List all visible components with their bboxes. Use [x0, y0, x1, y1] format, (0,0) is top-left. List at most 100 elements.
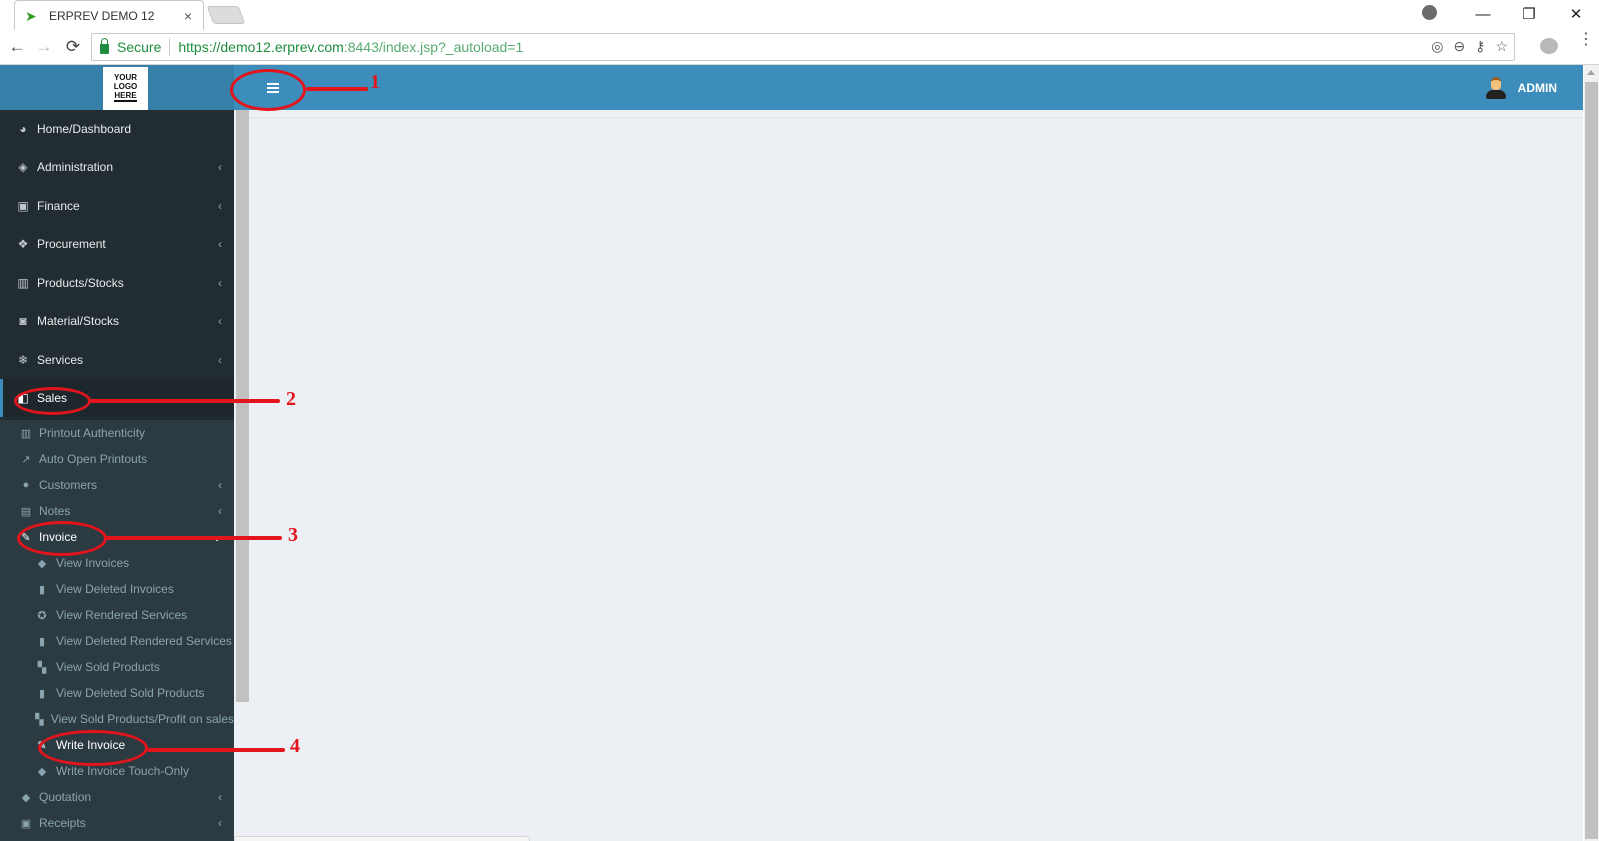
address-bar[interactable]: Secure https://demo12.erprev.com :8443/i… — [91, 33, 1515, 61]
chevron-left-icon: ‹ — [218, 199, 222, 213]
sidebar-subitem-label: Invoice — [39, 530, 78, 544]
horizontal-scrollbar[interactable] — [234, 836, 530, 841]
sidebar-item-home-dashboard[interactable]: ◕ Home/Dashboard — [0, 110, 234, 148]
sidebar-subitem-label: Quotation — [39, 790, 92, 804]
grid-icon: ▚ — [37, 661, 47, 674]
url-path: :8443/index.jsp?_autoload=1 — [343, 39, 524, 55]
ticket-icon: ◈ — [18, 160, 28, 174]
sidebar-invoice-item-view-sold-products[interactable]: ▚ View Sold Products — [0, 654, 234, 680]
sidebar-subitem-label: Printout Authenticity — [39, 426, 146, 440]
browser-menu-icon[interactable]: ⋮ — [1578, 32, 1594, 48]
sidebar-invoice-item-write-invoice-touch-only[interactable]: ◆ Write Invoice Touch-Only — [0, 758, 234, 784]
logo[interactable]: YOUR LOGO HERE — [103, 67, 148, 110]
user-icon: ● — [22, 479, 30, 491]
barcode-icon: ▥ — [20, 427, 32, 440]
sidebar-subitem-label: Customers — [39, 478, 98, 492]
user-avatar-icon — [1485, 76, 1506, 99]
sidebar-item-finance[interactable]: ▣ Finance ‹ — [0, 187, 234, 225]
sidebar-scrollbar[interactable] — [236, 110, 249, 702]
extension-icon[interactable] — [1540, 38, 1558, 54]
sidebar-invoice-item-view-deleted-invoices[interactable]: ▮ View Deleted Invoices — [0, 576, 234, 602]
pencil-icon: ✎ — [21, 531, 31, 544]
tab-close-icon[interactable]: × — [179, 8, 197, 24]
sidebar-item-label: Products/Stocks — [37, 276, 124, 290]
omnibox-separator — [169, 38, 171, 56]
forward-button[interactable]: → — [33, 36, 55, 58]
close-window-button[interactable]: ✕ — [1553, 0, 1599, 28]
chevron-left-icon: ‹ — [218, 790, 222, 804]
file-text-icon: ▤ — [20, 505, 32, 518]
building-icon: ▥ — [17, 276, 29, 290]
sidebar-invoice-item-label: View Sold Products/Profit on sales — [50, 712, 234, 726]
sidebar-item-label: Procurement — [37, 237, 106, 251]
sidebar-subitem-notes[interactable]: ▤ Notes ‹ — [0, 498, 234, 524]
user-menu[interactable]: ADMIN — [1485, 65, 1557, 110]
sidebar-invoice-item-view-deleted-sold-products[interactable]: ▮ View Deleted Sold Products — [0, 680, 234, 706]
sidebar-subitem-label: Auto Open Printouts — [39, 452, 148, 466]
logo-line: HERE — [114, 91, 137, 102]
sidebar-invoice-item-view-deleted-rendered-services[interactable]: ▮ View Deleted Rendered Services — [0, 628, 234, 654]
hamburger-icon — [267, 82, 279, 93]
browser-toolbar: ← → ⟳ Secure https://demo12.erprev.com :… — [0, 30, 1599, 65]
browser-tab-bar: ➤ ERPREV DEMO 12 × — ❐ ✕ — [0, 0, 1599, 30]
sidebar-subitem-label: Receipts — [39, 816, 86, 830]
profile-icon[interactable] — [1422, 5, 1437, 20]
sidebar-item-label: Services — [37, 353, 84, 367]
erprev-favicon-icon: ➤ — [25, 7, 37, 24]
location-icon[interactable]: ◎ — [1431, 38, 1443, 55]
money-icon: ▣ — [17, 199, 29, 213]
sidebar-item-services[interactable]: ❄ Services ‹ — [0, 341, 234, 379]
app: YOUR LOGO HERE ADMIN ◕ Home/Dashboard ◈ … — [0, 65, 1583, 841]
scroll-up-arrow-icon[interactable] — [1587, 70, 1595, 75]
chevron-left-icon: ‹ — [218, 237, 222, 251]
sidebar-subitem-printout-authenticity[interactable]: ▥ Printout Authenticity — [0, 420, 234, 446]
sidebar-invoice-item-view-rendered-services[interactable]: ✪ View Rendered Services — [0, 602, 234, 628]
sidebar-subitem-quotation[interactable]: ◆ Quotation ‹ — [0, 784, 234, 810]
chevron-left-icon: ‹ — [218, 276, 222, 290]
sidebar-subitem-invoice[interactable]: ✎ Invoice ⌄ — [0, 524, 234, 550]
chevron-left-icon: ‹ — [218, 353, 222, 367]
sidebar-subitem-auto-open-printouts[interactable]: ↗ Auto Open Printouts — [0, 446, 234, 472]
sidebar-item-material-stocks[interactable]: ◙ Material/Stocks ‹ — [0, 302, 234, 340]
minimize-button[interactable]: — — [1460, 0, 1506, 28]
page-scrollbar[interactable] — [1584, 65, 1599, 841]
bookmark-star-icon[interactable]: ☆ — [1495, 38, 1508, 55]
sidebar-item-sales[interactable]: ◧ Sales — [0, 379, 234, 417]
sidebar-item-label: Finance — [37, 199, 80, 213]
tag-icon: ◆ — [37, 765, 47, 778]
main-header: YOUR LOGO HERE ADMIN — [0, 65, 1583, 110]
sidebar-item-procurement[interactable]: ❖ Procurement ‹ — [0, 225, 234, 263]
logo-line: LOGO — [113, 82, 138, 91]
reload-button[interactable]: ⟳ — [62, 36, 84, 58]
sidebar-invoice-item-view-invoices[interactable]: ◆ View Invoices — [0, 550, 234, 576]
zoom-icon[interactable]: ⊖ — [1453, 38, 1465, 55]
sidebar-subitem-receipts[interactable]: ▣ Receipts ‹ — [0, 810, 234, 836]
secure-label: Secure — [117, 39, 162, 55]
sidebar-item-products-stocks[interactable]: ▥ Products/Stocks ‹ — [0, 264, 234, 302]
back-button[interactable]: ← — [6, 36, 28, 58]
browser-tab[interactable]: ➤ ERPREV DEMO 12 × — [14, 0, 204, 30]
scrollbar-thumb[interactable] — [1585, 82, 1598, 839]
sidebar-invoice-item-write-invoice[interactable]: ✎ Write Invoice — [0, 732, 234, 758]
url-host: https://demo12.erprev.com — [178, 39, 344, 55]
tab-title: ERPREV DEMO 12 — [49, 8, 155, 23]
grid-icon: ▚ — [35, 713, 44, 726]
truck-icon: ◧ — [17, 391, 29, 405]
trash-icon: ▮ — [38, 635, 46, 648]
sidebar-invoice-item-view-sold-products-profit[interactable]: ▚ View Sold Products/Profit on sales — [0, 706, 234, 732]
asterisk-circle-icon: ✪ — [37, 609, 47, 622]
key-icon[interactable]: ⚷ — [1475, 38, 1485, 55]
sidebar-item-label: Sales — [37, 391, 68, 405]
logo-area: YOUR LOGO HERE — [0, 65, 234, 110]
sidebar-toggle-button[interactable] — [252, 65, 294, 110]
snowflake-icon: ❄ — [17, 353, 29, 367]
restore-button[interactable]: ❐ — [1506, 0, 1552, 28]
sidebar-subitem-customers[interactable]: ● Customers ‹ — [0, 472, 234, 498]
sidebar-item-administration[interactable]: ◈ Administration ‹ — [0, 148, 234, 186]
sidebar-invoice-item-label: View Deleted Invoices — [56, 582, 174, 596]
user-name: ADMIN — [1517, 80, 1557, 95]
sidebar-invoice-item-label: Write Invoice Touch-Only — [56, 764, 189, 778]
new-tab-button[interactable] — [206, 6, 246, 24]
lock-icon — [100, 38, 109, 54]
sidebar-invoice-item-label: Write Invoice — [56, 738, 126, 752]
